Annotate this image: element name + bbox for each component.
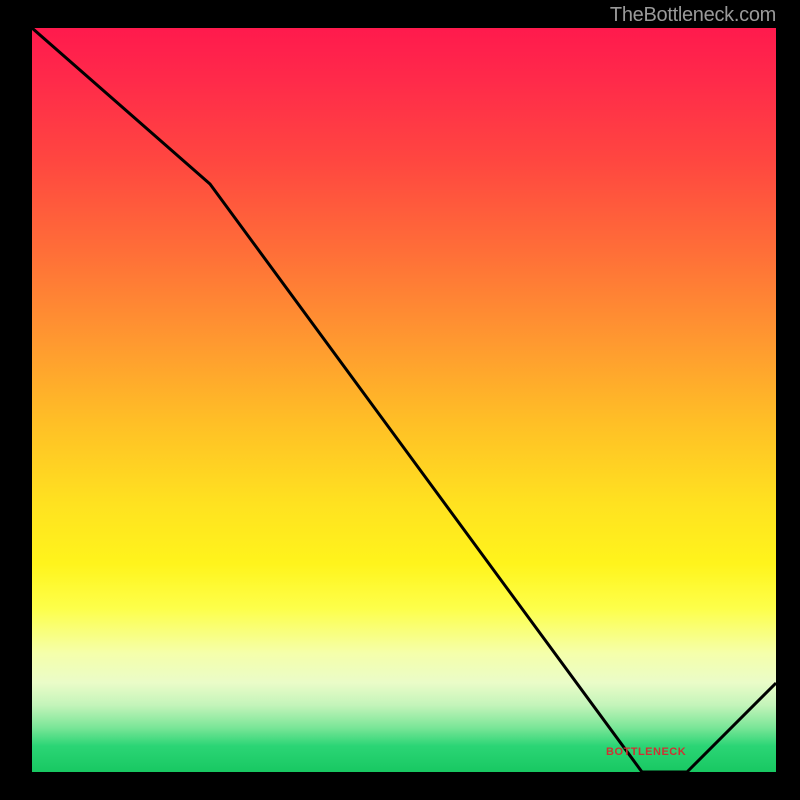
bottleneck-label: BOTTLENECK <box>606 746 686 758</box>
bottleneck-curve <box>32 28 776 772</box>
watermark-label: TheBottleneck.com <box>610 4 776 27</box>
chart-container: TheBottleneck.com BOTTLENECK <box>0 0 800 800</box>
plot-area: BOTTLENECK <box>32 28 776 772</box>
